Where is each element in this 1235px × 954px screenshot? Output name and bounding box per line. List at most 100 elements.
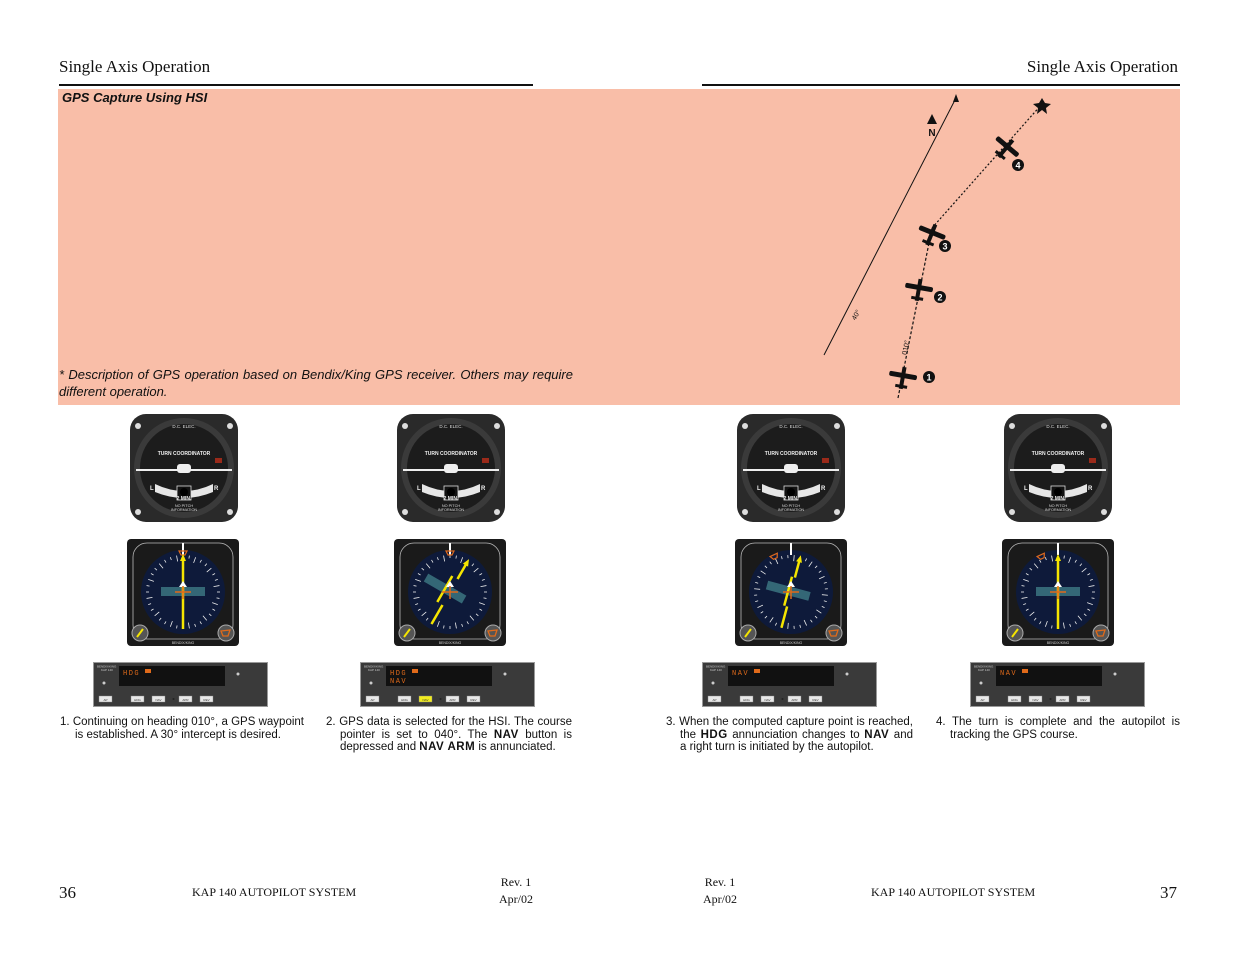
autopilot-panel-3: BENDIX/KING KAP 140 NAV AP HDG NAV APR REV (702, 662, 877, 707)
svg-text:APR: APR (791, 698, 798, 702)
svg-text:INFORMATION: INFORMATION (171, 508, 198, 512)
tc-top-label: D.C. ELEC. (779, 424, 802, 429)
left-page-number: 36 (59, 883, 76, 902)
hsi-instrument-1: BENDIX/KING (127, 539, 239, 646)
svg-text:NAV: NAV (423, 698, 429, 702)
hsi-instrument-2: BENDIX/KING (394, 539, 506, 646)
svg-text:3: 3 (942, 242, 947, 252)
svg-text:2: 2 (937, 293, 942, 303)
svg-text:KAP 140: KAP 140 (978, 668, 990, 672)
ap-button-nav: NAV (760, 695, 775, 703)
svg-text:HDG: HDG (401, 698, 408, 702)
tc-title: TURN COORDINATOR (158, 451, 211, 457)
svg-text:HDG: HDG (743, 698, 750, 702)
svg-text:4: 4 (1015, 161, 1020, 171)
ap-button-ap: AP (975, 695, 990, 703)
tc-top-label: D.C. ELEC. (172, 424, 195, 429)
left-header-rule (59, 84, 533, 86)
right-footer-system: KAP 140 AUTOPILOT SYSTEM (871, 885, 1036, 899)
ap-button-apr: APR (787, 695, 802, 703)
svg-text:APR: APR (182, 698, 189, 702)
hdg-ref: HDG (700, 728, 728, 741)
tc-left: L (757, 486, 761, 492)
ap-display-line1: NAV (1000, 670, 1017, 678)
turn-coordinator-1: D.C. ELEC. TURN COORDINATOR L R 2 MIN. N… (128, 412, 240, 524)
svg-text:AP: AP (370, 698, 374, 702)
tc-right: R (214, 486, 219, 492)
hsi-brand: BENDIX/KING (172, 641, 195, 645)
ap-button-apr: APR (445, 695, 460, 703)
position-marker-4: 4 (1012, 159, 1024, 171)
tc-rate: 2 MIN. (784, 496, 799, 502)
hsi-brand: BENDIX/KING (780, 641, 803, 645)
tc-left: L (1024, 486, 1028, 492)
ap-display-line2: NAV (390, 678, 407, 686)
hsi-brand: BENDIX/KING (439, 641, 462, 645)
caption-step-1: 1. Continuing on heading 010°, a GPS way… (60, 716, 304, 741)
tc-left: L (150, 486, 154, 492)
svg-text:INFORMATION: INFORMATION (1045, 508, 1072, 512)
ap-button-ap: AP (365, 695, 380, 703)
tc-title: TURN COORDINATOR (1032, 451, 1085, 457)
svg-text:APR: APR (449, 698, 456, 702)
caption-step-4: 4. The turn is complete and the autopilo… (936, 716, 1180, 741)
tc-top-label: D.C. ELEC. (1046, 424, 1069, 429)
tc-right: R (1088, 486, 1093, 492)
airplane-icon-2 (905, 278, 933, 302)
tc-rate: 2 MIN. (177, 496, 192, 502)
caption-step-3: 3. When the computed capture point is re… (666, 716, 913, 753)
turn-coordinator-4: D.C. ELEC. TURN COORDINATOR L R 2 MIN. N… (1002, 412, 1114, 524)
heading-label: 010° (901, 339, 912, 355)
ap-button-rev: REV (466, 695, 481, 703)
left-footer-system: KAP 140 AUTOPILOT SYSTEM (192, 885, 357, 899)
course-arrowhead (953, 94, 959, 102)
svg-text:APR: APR (1059, 698, 1066, 702)
north-label: N (928, 128, 935, 139)
ap-button-hdg: HDG (397, 695, 412, 703)
svg-text:REV: REV (470, 698, 476, 702)
autopilot-panel-4: BENDIX/KING KAP 140 NAV AP HDG NAV APR REV (970, 662, 1145, 707)
left-page-title: Single Axis Operation (59, 57, 211, 76)
ap-button-hdg: HDG (130, 695, 145, 703)
course-label: 40° (850, 308, 862, 321)
svg-text:REV: REV (1080, 698, 1086, 702)
waypoint-icon (1033, 98, 1051, 114)
ap-button-apr: APR (178, 695, 193, 703)
autopilot-panel-1: BENDIX/KING KAP 140 HDG AP HDG NAV APR REV (93, 662, 268, 707)
svg-text:INFORMATION: INFORMATION (438, 508, 465, 512)
tc-left: L (417, 486, 421, 492)
svg-text:NAV: NAV (1033, 698, 1039, 702)
intercept-path (931, 103, 1043, 229)
tc-rate: 2 MIN. (1051, 496, 1066, 502)
caption-step-2: 2. GPS data is selected for the HSI. The… (326, 716, 572, 753)
svg-text:KAP 140: KAP 140 (368, 668, 380, 672)
ap-button-hdg: HDG (739, 695, 754, 703)
svg-text:AP: AP (712, 698, 716, 702)
svg-text:KAP 140: KAP 140 (101, 668, 113, 672)
ap-button-nav: NAV (1028, 695, 1043, 703)
hsi-instrument-4: BENDIX/KING (1002, 539, 1114, 646)
hsi-instrument-3: BENDIX/KING (735, 539, 847, 646)
position-marker-2: 2 (934, 291, 946, 303)
ap-button-rev: REV (1076, 695, 1091, 703)
hsi-brand: BENDIX/KING (1047, 641, 1070, 645)
nav-arm-ref: NAV ARM (419, 741, 476, 753)
section-note: * Description of GPS operation based on … (59, 367, 573, 399)
ap-display-line1: HDG (390, 670, 407, 678)
ap-display-line1: HDG (123, 670, 140, 678)
svg-text:1: 1 (926, 373, 931, 383)
svg-text:AP: AP (980, 698, 984, 702)
svg-text:NAV: NAV (156, 698, 162, 702)
svg-text:KAP 140: KAP 140 (710, 668, 722, 672)
right-page-title: Single Axis Operation (1026, 57, 1178, 76)
tc-right: R (821, 486, 826, 492)
right-footer-revision: Rev. 1 Apr/02 (703, 875, 737, 906)
ap-button-ap: AP (98, 695, 113, 703)
ap-button-rev: REV (808, 695, 823, 703)
svg-text:AP: AP (103, 698, 107, 702)
tc-title: TURN COORDINATOR (425, 451, 478, 457)
svg-text:REV: REV (203, 698, 209, 702)
right-header-rule (702, 84, 1180, 86)
svg-text:INFORMATION: INFORMATION (778, 508, 805, 512)
ap-button-ap: AP (707, 695, 722, 703)
